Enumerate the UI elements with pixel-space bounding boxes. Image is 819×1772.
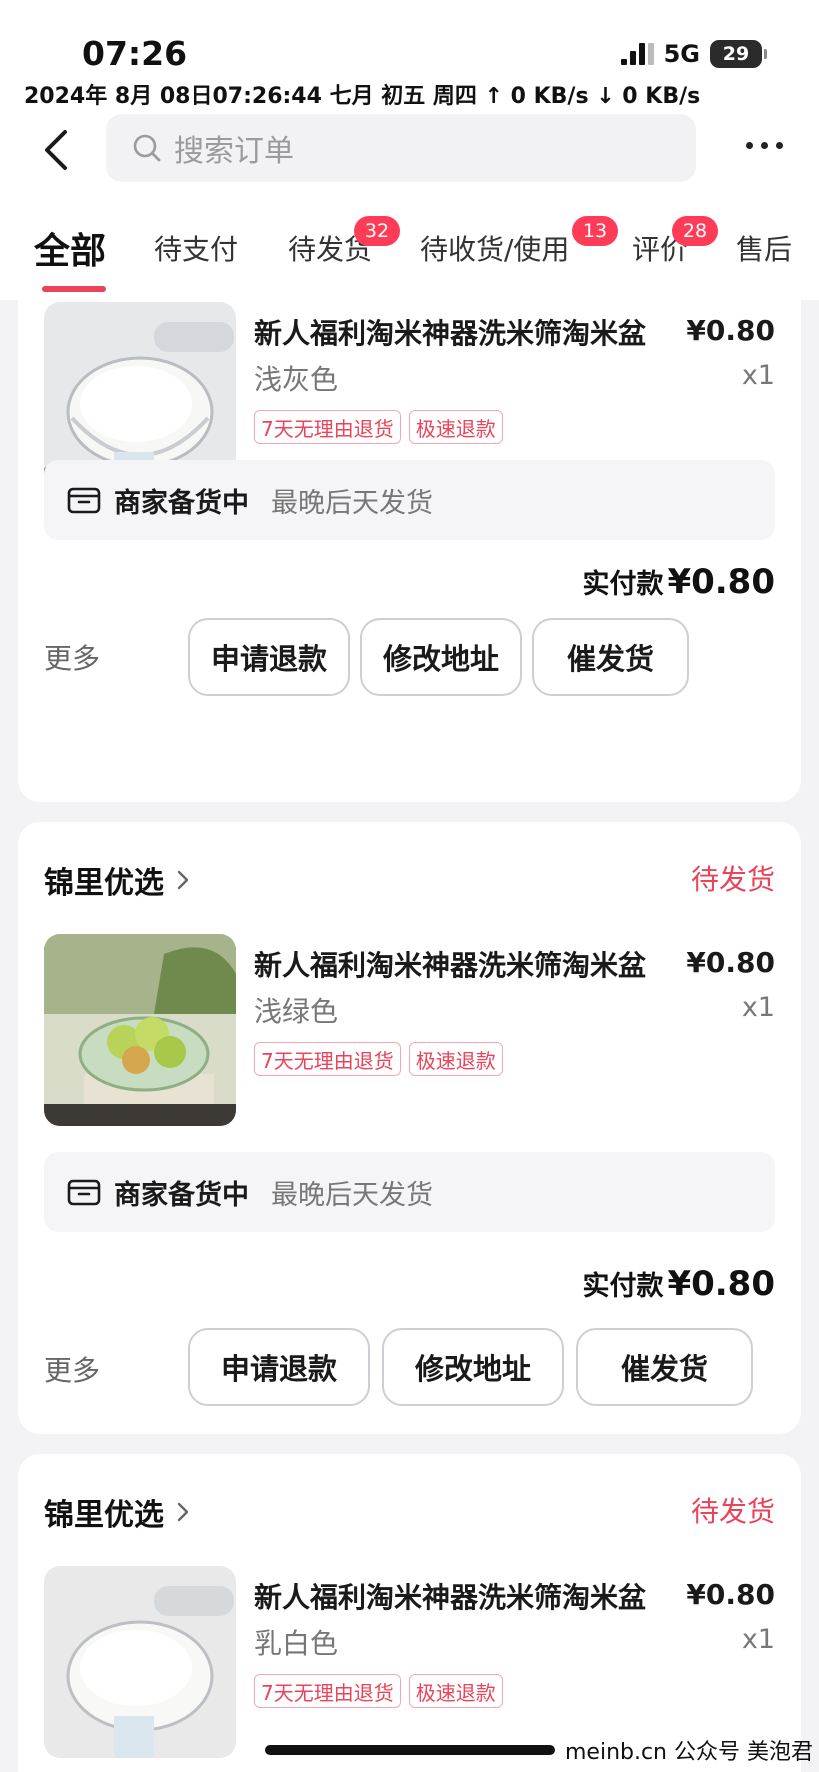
more-options-icon[interactable] xyxy=(746,142,783,149)
chevron-left-icon xyxy=(45,130,67,170)
tab-pending-shipment[interactable]: 待发货 32 xyxy=(288,216,400,268)
tag-fast-refund: 极速退款 xyxy=(408,1674,503,1708)
datetime-info-line: 2024年 8月 08日07:26:44 七月 初五 周四 ↑ 0 KB/s ↓… xyxy=(24,84,701,109)
tab-review[interactable]: 评价 28 xyxy=(632,216,718,268)
product-title[interactable]: 新人福利淘米神器洗米筛淘米盆 xyxy=(254,1576,654,1616)
shipping-status: 商家备货中 xyxy=(114,1179,249,1211)
urge-shipment-button[interactable]: 催发货 xyxy=(532,618,689,696)
tag-fast-refund: 极速退款 xyxy=(408,410,503,444)
change-address-button[interactable]: 修改地址 xyxy=(382,1328,564,1406)
home-indicator[interactable] xyxy=(265,1745,555,1755)
watermark: meinb.cn 公众号 美泡君 xyxy=(564,1740,813,1765)
top-header: 07:26 5G 29 2024年 8月 08日07:26:44 七月 初五 周… xyxy=(0,0,819,300)
tab-pending-receipt[interactable]: 待收货/使用 13 xyxy=(420,216,618,268)
search-input[interactable]: 搜索订单 xyxy=(106,114,696,182)
service-tags: 7天无理由退货 极速退款 xyxy=(254,1042,503,1076)
tab-review-badge: 28 xyxy=(672,216,718,246)
back-button[interactable] xyxy=(36,124,76,176)
paid-value: ¥0.80 xyxy=(667,562,775,602)
paid-label: 实付款 xyxy=(582,1271,664,1302)
order-card: 锦里优选 待发货 新人福利淘米神器洗米筛淘米盆 ¥0.80 乳白色 x1 7天无… xyxy=(18,1454,801,1772)
tab-pending-receipt-label: 待收货/使用 xyxy=(420,233,570,266)
product-variant: 浅绿色 xyxy=(254,995,339,1028)
paid-amount: 实付款 ¥0.80 xyxy=(582,562,775,602)
shop-name-link[interactable]: 锦里优选 xyxy=(44,1490,190,1534)
battery-icon: 29 xyxy=(710,40,762,68)
shop-name: 锦里优选 xyxy=(44,1498,164,1533)
service-tags: 7天无理由退货 极速退款 xyxy=(254,410,503,444)
product-quantity: x1 xyxy=(741,360,775,391)
chevron-right-icon xyxy=(177,870,189,890)
shipping-deadline: 最晚后天发货 xyxy=(271,487,433,519)
order-tabs: 全部 待支付 待发货 32 待收货/使用 13 评价 28 售后 xyxy=(0,216,819,298)
product-image-green-basket xyxy=(44,934,236,1126)
paid-label: 实付款 xyxy=(582,569,664,600)
more-actions-link[interactable]: 更多 xyxy=(44,637,100,677)
signal-icon xyxy=(620,43,654,65)
network-type: 5G xyxy=(663,40,700,68)
product-price: ¥0.80 xyxy=(686,314,775,347)
product-title[interactable]: 新人福利淘米神器洗米筛淘米盆 xyxy=(254,944,654,984)
product-thumbnail[interactable] xyxy=(44,1566,236,1758)
search-icon xyxy=(133,134,161,162)
product-quantity: x1 xyxy=(741,1624,775,1655)
product-variant: 浅灰色 xyxy=(254,363,339,396)
active-tab-indicator xyxy=(42,286,106,292)
package-box-icon xyxy=(67,487,101,514)
urge-shipment-button[interactable]: 催发货 xyxy=(576,1328,753,1406)
tab-pending-shipment-badge: 32 xyxy=(354,216,400,246)
request-refund-button[interactable]: 申请退款 xyxy=(188,618,350,696)
product-price: ¥0.80 xyxy=(686,946,775,979)
more-actions-link[interactable]: 更多 xyxy=(44,1349,100,1389)
shipping-deadline: 最晚后天发货 xyxy=(271,1179,433,1211)
change-address-button[interactable]: 修改地址 xyxy=(360,618,522,696)
package-box-icon xyxy=(67,1179,101,1206)
tab-after-sales[interactable]: 售后 xyxy=(736,228,792,268)
product-title[interactable]: 新人福利淘米神器洗米筛淘米盆 xyxy=(254,312,654,352)
shipping-status-box[interactable]: 商家备货中 最晚后天发货 xyxy=(44,1152,775,1232)
tag-fast-refund: 极速退款 xyxy=(408,1042,503,1076)
service-tags: 7天无理由退货 极速退款 xyxy=(254,1674,503,1708)
tab-pending-receipt-badge: 13 xyxy=(572,216,618,246)
shop-name: 锦里优选 xyxy=(44,866,164,901)
request-refund-button[interactable]: 申请退款 xyxy=(188,1328,370,1406)
product-quantity: x1 xyxy=(741,992,775,1023)
tag-7day-return: 7天无理由退货 xyxy=(254,410,401,444)
tag-7day-return: 7天无理由退货 xyxy=(254,1674,401,1708)
tag-7day-return: 7天无理由退货 xyxy=(254,1042,401,1076)
battery-cap xyxy=(764,49,767,59)
shipping-status-box[interactable]: 商家备货中 最晚后天发货 xyxy=(44,460,775,540)
product-price: ¥0.80 xyxy=(686,1578,775,1611)
status-time: 07:26 xyxy=(82,34,188,73)
shop-name-link[interactable]: 锦里优选 xyxy=(44,858,190,902)
order-card: 锦里优选 待发货 新人福利淘米神器洗米筛淘米盆 ¥0.80 浅绿色 x1 7天无… xyxy=(18,822,801,1434)
product-variant: 乳白色 xyxy=(254,1627,339,1660)
order-status: 待发货 xyxy=(690,863,775,896)
search-placeholder: 搜索订单 xyxy=(174,134,294,169)
product-image-white-basket xyxy=(44,1566,236,1758)
shipping-status: 商家备货中 xyxy=(114,487,249,519)
paid-amount: 实付款 ¥0.80 xyxy=(582,1264,775,1304)
tab-all[interactable]: 全部 xyxy=(34,222,106,274)
status-indicators: 5G 29 xyxy=(620,40,767,68)
chevron-right-icon xyxy=(177,1502,189,1522)
tab-pending-payment[interactable]: 待支付 xyxy=(154,228,238,268)
paid-value: ¥0.80 xyxy=(667,1264,775,1304)
order-status: 待发货 xyxy=(690,1495,775,1528)
order-card: 新人福利淘米神器洗米筛淘米盆 ¥0.80 浅灰色 x1 7天无理由退货 极速退款… xyxy=(18,300,801,802)
product-thumbnail[interactable] xyxy=(44,934,236,1126)
